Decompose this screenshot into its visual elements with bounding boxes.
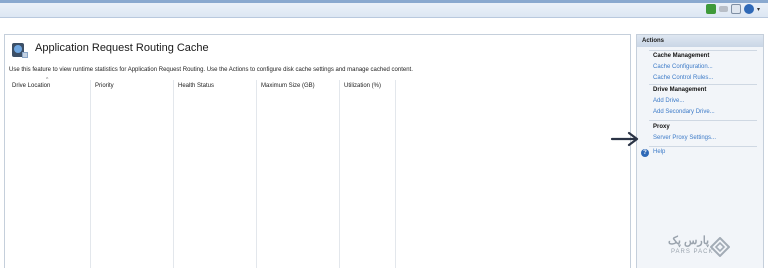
column-priority: Priority	[91, 80, 174, 268]
divider	[649, 146, 757, 147]
drive-table: ^ Drive Location Priority Health Status …	[8, 77, 627, 268]
help-link[interactable]: Help	[653, 149, 665, 155]
parspack-logo-icon	[710, 237, 730, 257]
actions-pane: Actions Cache Management Cache Configura…	[636, 34, 764, 268]
logo-text-fa: پارس پک	[668, 235, 710, 247]
feature-pane: Application Request Routing Cache Use th…	[4, 34, 631, 268]
cache-control-rules-link[interactable]: Cache Control Rules...	[653, 75, 713, 81]
column-header[interactable]: Health Status	[178, 83, 214, 89]
column-header[interactable]: Utilization (%)	[344, 83, 381, 89]
minimize-icon[interactable]	[718, 6, 728, 12]
toolbar-icons: ▾	[705, 3, 760, 15]
column-health-status: Health Status	[174, 80, 257, 268]
window-border	[0, 0, 768, 3]
section-heading: Cache Management	[653, 53, 710, 59]
cache-configuration-link[interactable]: Cache Configuration...	[653, 64, 713, 70]
divider	[649, 84, 757, 85]
arr-cache-icon	[12, 43, 28, 58]
section-heading: Proxy	[653, 124, 670, 130]
page-title: Application Request Routing Cache	[35, 42, 209, 54]
column-maximum-size: Maximum Size (GB)	[257, 80, 340, 268]
document-icon[interactable]	[730, 4, 741, 14]
pointer-arrow-icon	[610, 131, 639, 147]
divider	[649, 50, 757, 51]
feature-description: Use this feature to view runtime statist…	[9, 67, 413, 73]
chevron-down-icon[interactable]: ▾	[757, 6, 760, 13]
help-circle-icon: ?	[641, 149, 649, 157]
top-toolbar: ▾	[0, 0, 768, 18]
connect-icon[interactable]	[705, 4, 716, 14]
column-utilization: Utilization (%)	[340, 80, 396, 268]
column-drive-location: ^ Drive Location	[8, 77, 91, 268]
help-icon[interactable]	[743, 4, 754, 14]
add-drive-link[interactable]: Add Drive...	[653, 98, 684, 104]
column-header[interactable]: Priority	[95, 83, 114, 89]
parspack-watermark: پارس پک PARS PACK	[668, 234, 736, 264]
actions-title: Actions	[637, 35, 763, 47]
add-secondary-drive-link[interactable]: Add Secondary Drive...	[653, 109, 715, 115]
server-proxy-settings-link[interactable]: Server Proxy Settings...	[653, 135, 716, 141]
section-heading: Drive Management	[653, 87, 707, 93]
logo-text-en: PARS PACK	[671, 249, 714, 255]
column-header[interactable]: Maximum Size (GB)	[261, 83, 315, 89]
divider	[649, 120, 757, 121]
column-header[interactable]: Drive Location	[12, 83, 50, 89]
